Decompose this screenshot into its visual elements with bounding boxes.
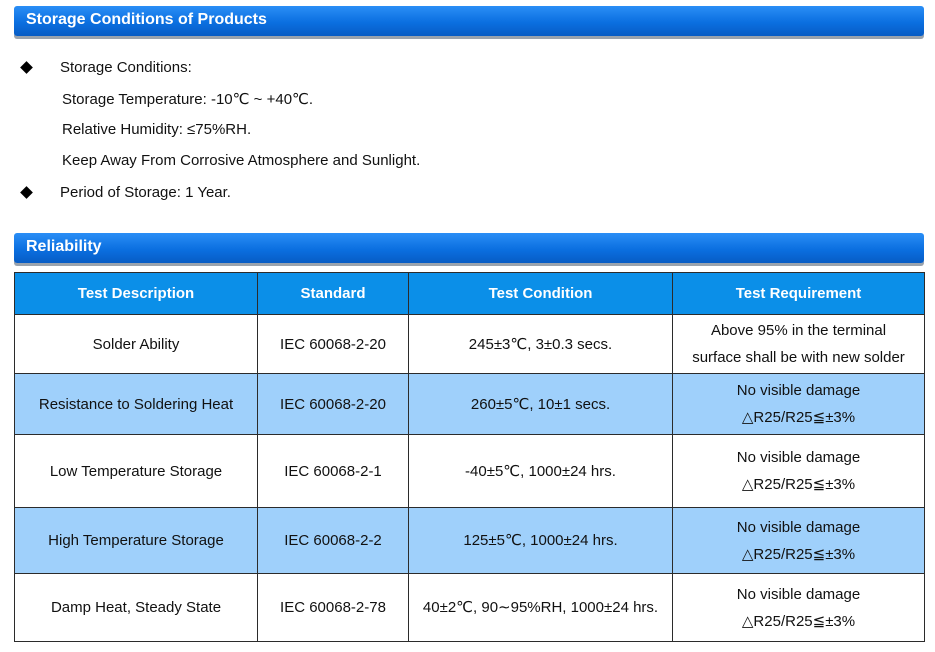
requirement-line: No visible damage	[736, 585, 861, 603]
storage-section-header: Storage Conditions of Products	[14, 6, 924, 36]
requirement-line: surface shall be with new solder	[692, 349, 905, 366]
table-row: Resistance to Soldering Heat IEC 60068-2…	[14, 373, 925, 435]
storage-temperature-text: Storage Temperature: -10℃ ~ +40℃.	[62, 91, 314, 108]
relative-humidity-text: Relative Humidity: ≤75%RH.	[62, 121, 252, 138]
cell-standard: IEC 60068-2-20	[257, 373, 409, 435]
reliability-section-header: Reliability	[14, 233, 924, 263]
requirement-line: △R25/R25≦±3%	[741, 545, 856, 563]
table-row: Low Temperature Storage IEC 60068-2-1 -4…	[14, 434, 925, 508]
cell-condition: 260±5℃, 10±1 secs.	[408, 373, 673, 435]
header-test-condition: Test Condition	[408, 272, 673, 315]
table-row: High Temperature Storage IEC 60068-2-2 1…	[14, 507, 925, 574]
cell-requirement: No visible damage △R25/R25≦±3%	[672, 507, 925, 574]
requirement-line: △R25/R25≦±3%	[741, 612, 856, 630]
table-row: Solder Ability IEC 60068-2-20 245±3℃, 3±…	[14, 314, 925, 374]
keep-away-text: Keep Away From Corrosive Atmosphere and …	[62, 152, 421, 169]
cell-standard: IEC 60068-2-20	[257, 314, 409, 374]
table-header-row: Test Description Standard Test Condition…	[14, 272, 925, 315]
cell-requirement: No visible damage △R25/R25≦±3%	[672, 434, 925, 508]
storage-section-title: Storage Conditions of Products	[26, 11, 267, 28]
header-test-requirement: Test Requirement	[672, 272, 925, 315]
requirement-line: No visible damage	[736, 449, 861, 466]
requirement-line: No visible damage	[736, 382, 861, 399]
reliability-table: Test Description Standard Test Condition…	[14, 272, 925, 642]
storage-conditions-label: Storage Conditions:	[60, 59, 192, 76]
diamond-bullet-icon	[20, 186, 33, 199]
cell-requirement: Above 95% in the terminal surface shall …	[672, 314, 925, 374]
header-test-description: Test Description	[14, 272, 258, 315]
cell-standard: IEC 60068-2-1	[257, 434, 409, 508]
cell-standard: IEC 60068-2-78	[257, 573, 409, 642]
storage-period-text: Period of Storage: 1 Year.	[60, 184, 231, 201]
cell-description: Resistance to Soldering Heat	[14, 373, 258, 435]
cell-condition: -40±5℃, 1000±24 hrs.	[408, 434, 673, 508]
cell-requirement: No visible damage △R25/R25≦±3%	[672, 573, 925, 642]
diamond-bullet-icon	[20, 61, 33, 74]
cell-condition: 40±2℃, 90∼95%RH, 1000±24 hrs.	[408, 573, 673, 642]
requirement-line: △R25/R25≦±3%	[741, 409, 856, 426]
requirement-line: No visible damage	[736, 518, 861, 536]
header-standard: Standard	[257, 272, 409, 315]
cell-condition: 245±3℃, 3±0.3 secs.	[408, 314, 673, 374]
cell-requirement: No visible damage △R25/R25≦±3%	[672, 373, 925, 435]
cell-description: Low Temperature Storage	[14, 434, 258, 508]
cell-description: High Temperature Storage	[14, 507, 258, 574]
cell-standard: IEC 60068-2-2	[257, 507, 409, 574]
cell-description: Damp Heat, Steady State	[14, 573, 258, 642]
requirement-line: Above 95% in the terminal	[710, 322, 887, 339]
reliability-section-title: Reliability	[26, 238, 102, 255]
cell-condition: 125±5℃, 1000±24 hrs.	[408, 507, 673, 574]
table-row: Damp Heat, Steady State IEC 60068-2-78 4…	[14, 573, 925, 642]
requirement-line: △R25/R25≦±3%	[741, 476, 856, 493]
cell-description: Solder Ability	[14, 314, 258, 374]
